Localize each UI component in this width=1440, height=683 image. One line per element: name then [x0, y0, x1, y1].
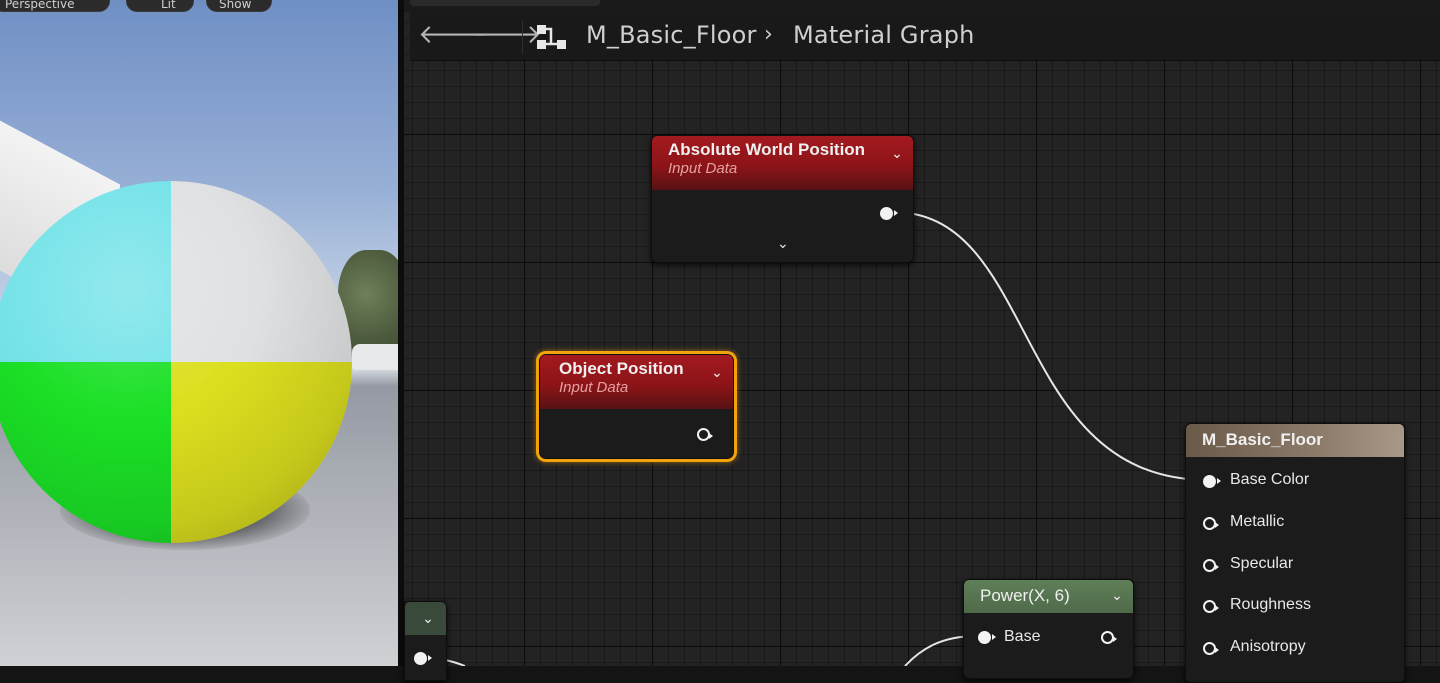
tab[interactable] — [410, 0, 600, 6]
chevron-down-icon[interactable]: ⌄ — [1109, 588, 1125, 604]
node-subtitle: Input Data — [559, 379, 629, 396]
expand-chevron-down-icon[interactable]: ⌄ — [777, 236, 789, 252]
pin-label-base: Base — [1004, 628, 1041, 645]
breadcrumb-asset[interactable]: M_Basic_Floor — [586, 21, 757, 49]
graph-breadcrumb-bar: 🡐 🡒 M_Basic_Floor › Material Graph — [410, 12, 1440, 61]
output-pin[interactable] — [697, 428, 713, 441]
pin-label-anisotropy: Anisotropy — [1230, 638, 1306, 655]
node-title: M_Basic_Floor — [1202, 430, 1323, 449]
pin-label-metallic: Metallic — [1230, 513, 1285, 530]
pin-label-roughness: Roughness — [1230, 596, 1311, 613]
preview-sphere[interactable] — [0, 181, 352, 543]
breadcrumb-graph[interactable]: Material Graph — [793, 21, 975, 49]
node-subtitle: Input Data — [668, 160, 738, 177]
power-node[interactable]: Power(X, 6) ⌄ Base — [963, 579, 1134, 679]
material-preview-viewport[interactable]: Perspective Lit Show — [0, 0, 398, 666]
chevron-down-icon[interactable]: ⌄ — [889, 146, 905, 162]
output-pin[interactable] — [414, 652, 432, 665]
metallic-pin[interactable] — [1203, 517, 1219, 530]
lit-button[interactable]: Lit — [126, 0, 194, 12]
node-header[interactable]: Power(X, 6) ⌄ — [964, 580, 1133, 613]
absolute-world-position-node[interactable]: Absolute World Position Input Data ⌄ ⌄ — [651, 135, 914, 263]
node-title: Absolute World Position — [668, 140, 866, 159]
node-header[interactable]: M_Basic_Floor — [1186, 424, 1404, 457]
node-header[interactable]: ⌄ — [405, 602, 446, 635]
base-color-pin[interactable] — [1203, 475, 1221, 488]
node-header[interactable]: Object Position Input Data ⌄ — [540, 355, 733, 409]
material-graph-icon — [537, 25, 566, 49]
pin-label-base-color: Base Color — [1230, 471, 1310, 488]
node-header[interactable]: Absolute World Position Input Data ⌄ — [652, 136, 913, 190]
specular-pin[interactable] — [1203, 559, 1219, 572]
breadcrumb-separator: › — [764, 22, 773, 47]
object-position-node[interactable]: Object Position Input Data ⌄ — [539, 354, 734, 459]
toolbar-separator — [522, 20, 523, 54]
node-title: Object Position — [559, 359, 684, 378]
material-output-node[interactable]: M_Basic_Floor Base Color Metallic Specul… — [1185, 423, 1405, 683]
sphere-shading — [0, 181, 352, 543]
chevron-down-icon[interactable]: ⌄ — [709, 365, 725, 381]
output-pin[interactable] — [880, 207, 898, 220]
base-input-pin[interactable] — [978, 631, 996, 644]
node-title: Power(X, 6) — [980, 586, 1070, 605]
arrow-right-icon[interactable]: 🡒 — [472, 22, 542, 50]
perspective-button[interactable]: Perspective — [0, 0, 110, 12]
pin-label-specular: Specular — [1230, 555, 1294, 572]
roughness-pin[interactable] — [1203, 600, 1219, 613]
output-pin[interactable] — [1101, 631, 1117, 644]
collapsed-node[interactable]: ⌄ — [404, 601, 447, 681]
anisotropy-pin[interactable] — [1203, 642, 1219, 655]
show-button[interactable]: Show — [206, 0, 272, 12]
arrow-left-icon[interactable]: 🡐 — [418, 22, 488, 50]
background-car — [352, 344, 398, 370]
tab-strip — [404, 0, 1440, 12]
chevron-down-icon[interactable]: ⌄ — [420, 611, 436, 627]
